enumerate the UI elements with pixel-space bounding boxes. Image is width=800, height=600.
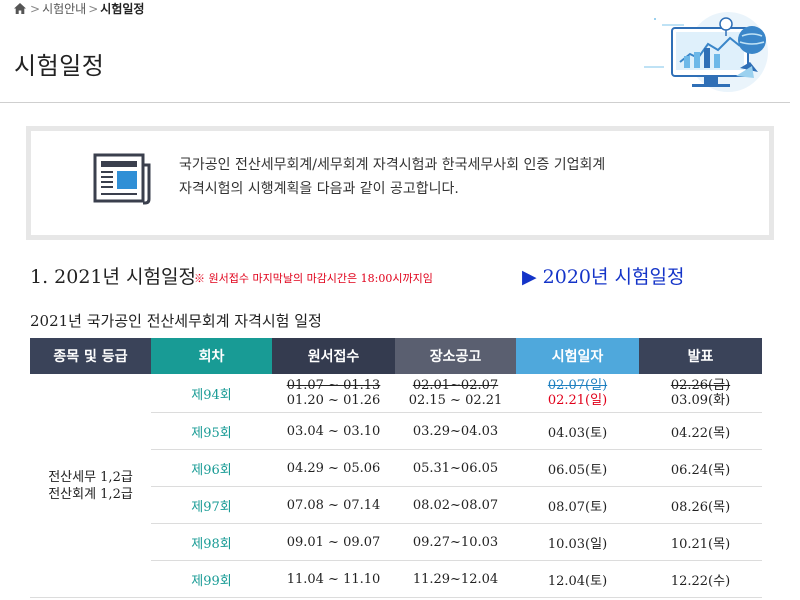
venue-cell: 08.02~08.07 <box>395 486 516 524</box>
notice-box: 국가공인 전산세무회계/세무회계 자격시험과 한국세무사회 인증 기업회계 자격… <box>26 126 774 240</box>
newspaper-icon <box>93 153 151 205</box>
schedule-subtitle: 2021년 국가공인 전산세무회계 자격시험 일정 <box>30 312 322 330</box>
notice-line-1: 국가공인 전산세무회계/세무회계 자격시험과 한국세무사회 인증 기업회계 <box>179 157 606 173</box>
exam-date-cell: 04.03(토) <box>516 412 639 450</box>
header-divider <box>0 102 790 103</box>
application-cell: 11.04 ~ 11.10 <box>272 560 395 598</box>
notice-text: 국가공인 전산세무회계/세무회계 자격시험과 한국세무사회 인증 기업회계 자격… <box>179 153 605 201</box>
result-new: 03.09(화) <box>670 393 731 408</box>
table-header-row: 종목 및 등급 회차 원서접수 장소공고 시험일자 발표 <box>30 338 762 374</box>
page-title: 시험일정 <box>14 52 105 80</box>
result-cell: 08.26(목) <box>639 486 762 524</box>
table-row: 전산세무 1,2급 전산회계 1,2급 제94회 01.07 ~ 01.13 0… <box>30 374 762 598</box>
application-cell: 09.01 ~ 09.07 <box>272 523 395 561</box>
venue-cell: 02.01~02.07 02.15 ~ 02.21 <box>395 374 516 413</box>
breadcrumb-item-guide[interactable]: 시험안내 <box>42 2 86 16</box>
column-header-round: 회차 <box>151 338 272 374</box>
venue-cell: 11.29~12.04 <box>395 560 516 598</box>
column-header-application: 원서접수 <box>272 338 395 374</box>
application-cell: 04.29 ~ 05.06 <box>272 449 395 487</box>
application-old: 01.07 ~ 01.13 <box>286 378 381 393</box>
breadcrumb-separator: > <box>88 2 99 16</box>
exam-date-cell: 12.04(토) <box>516 560 639 598</box>
computer-illustration <box>644 12 768 92</box>
grade-cell: 전산세무 1,2급 전산회계 1,2급 <box>30 374 151 598</box>
venue-old: 02.01~02.07 <box>412 378 499 393</box>
result-cell: 04.22(목) <box>639 412 762 450</box>
notice-line-2: 자격시험의 시행계획을 다음과 같이 공고합니다. <box>179 181 459 197</box>
column-header-grade: 종목 및 등급 <box>30 338 151 374</box>
exam-date-cell: 08.07(토) <box>516 486 639 524</box>
result-cell: 06.24(목) <box>639 449 762 487</box>
round-cell: 제96회 <box>151 449 272 487</box>
exam-date-cell: 10.03(일) <box>516 523 639 561</box>
venue-cell: 05.31~06.05 <box>395 449 516 487</box>
column-header-venue: 장소공고 <box>395 338 516 374</box>
breadcrumb-item-current: 시험일정 <box>100 2 145 16</box>
schedule-2020-link[interactable]: ▶ 2020년 시험일정 <box>522 262 684 289</box>
result-cell: 12.22(수) <box>639 560 762 598</box>
venue-cell: 09.27~10.03 <box>395 523 516 561</box>
application-new: 01.20 ~ 01.26 <box>286 393 381 408</box>
application-cell: 03.04 ~ 03.10 <box>272 412 395 450</box>
round-cell: 제94회 <box>151 374 272 413</box>
result-cell: 02.26(금) 03.09(화) <box>639 374 762 413</box>
grade-line-2: 전산회계 1,2급 <box>48 486 133 502</box>
column-header-exam-date: 시험일자 <box>516 338 639 374</box>
result-cell: 10.21(목) <box>639 523 762 561</box>
round-cell: 제95회 <box>151 412 272 450</box>
grade-line-1: 전산세무 1,2급 <box>48 469 133 485</box>
round-cell: 제98회 <box>151 523 272 561</box>
venue-new: 02.15 ~ 02.21 <box>408 393 503 408</box>
schedule-table: 종목 및 등급 회차 원서접수 장소공고 시험일자 발표 전산세무 1,2급 전… <box>30 338 762 598</box>
result-old: 02.26(금) <box>670 378 731 393</box>
application-cell: 07.08 ~ 07.14 <box>272 486 395 524</box>
round-cell: 제97회 <box>151 486 272 524</box>
exam-date-new: 02.21(일) <box>547 393 608 408</box>
deadline-note: ※ 원서접수 마지막날의 마감시간은 18:00시까지임 <box>194 272 433 285</box>
exam-date-old: 02.07(일) <box>547 378 608 393</box>
breadcrumb-separator: > <box>30 2 41 16</box>
home-icon[interactable] <box>14 3 26 14</box>
exam-date-cell: 06.05(토) <box>516 449 639 487</box>
breadcrumb: > 시험안내 > 시험일정 <box>14 0 144 17</box>
round-cell: 제99회 <box>151 560 272 598</box>
exam-date-cell: 02.07(일) 02.21(일) <box>516 374 639 413</box>
section-title: 1. 2021년 시험일정 <box>30 266 196 288</box>
venue-cell: 03.29~04.03 <box>395 412 516 450</box>
column-header-result: 발표 <box>639 338 762 374</box>
application-cell: 01.07 ~ 01.13 01.20 ~ 01.26 <box>272 374 395 413</box>
